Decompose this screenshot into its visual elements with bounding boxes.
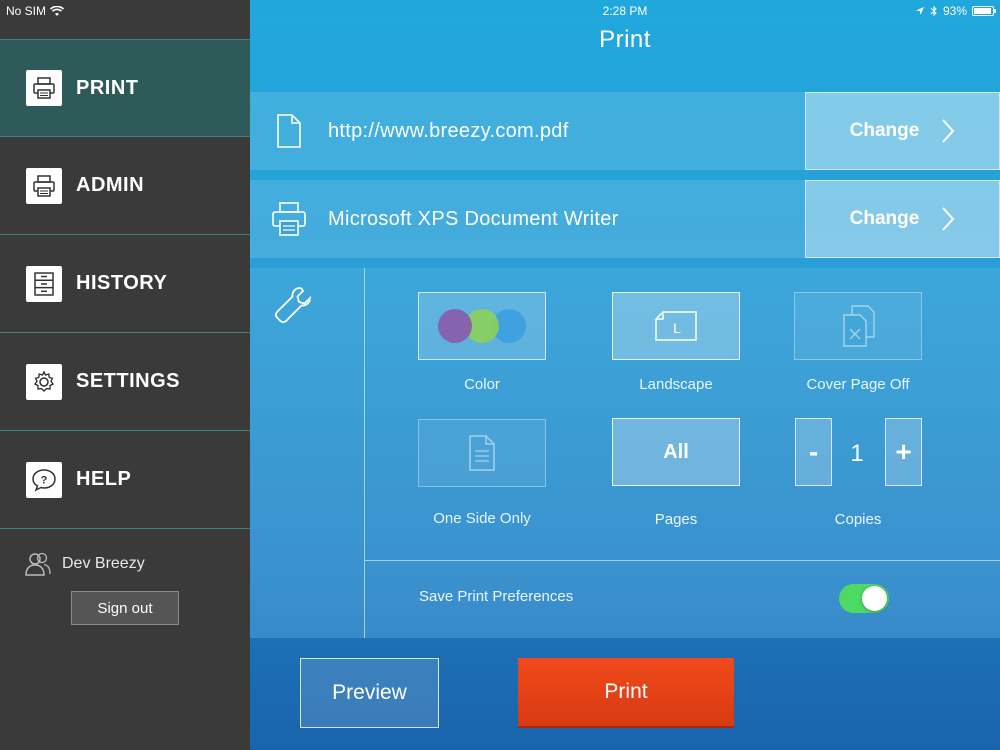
save-preferences-toggle[interactable]: [839, 584, 889, 613]
carrier-label: No SIM: [6, 4, 47, 18]
color-swatches-icon: [438, 309, 526, 343]
chevron-right-icon: [942, 119, 955, 143]
battery-icon: [972, 6, 996, 16]
chevron-right-icon: [942, 207, 955, 231]
cover-page-option-label: Cover Page Off: [806, 376, 910, 393]
save-preferences-label: Save Print Preferences: [419, 588, 574, 605]
document-row: http://www.breezy.com.pdf Change: [250, 92, 1000, 170]
landscape-page-icon: L: [655, 311, 697, 341]
document-icon: [250, 114, 328, 148]
page-title: Print: [599, 26, 651, 53]
action-bar: Preview Print: [250, 638, 1000, 750]
pages-option-label: Pages: [654, 511, 698, 528]
copies-decrement-button[interactable]: -: [795, 418, 832, 486]
status-bar-left: No SIM: [6, 4, 65, 18]
preview-button[interactable]: Preview: [300, 658, 439, 728]
sidebar-item-print[interactable]: PRINT: [0, 39, 250, 137]
sidebar-item-label: PRINT: [76, 76, 139, 99]
cover-page-off-icon: [843, 305, 875, 347]
printer-row: Microsoft XPS Document Writer Change: [250, 180, 1000, 258]
single-side-page-icon: [469, 435, 495, 471]
copies-value: 1: [850, 440, 864, 467]
gear-icon: [26, 363, 62, 400]
status-bar-right: 93%: [915, 4, 996, 18]
cabinet-icon: [26, 265, 62, 302]
sidebar-item-admin[interactable]: ADMIN: [0, 137, 250, 235]
options-icon-column: [250, 268, 365, 638]
copies-increment-button[interactable]: +: [885, 418, 922, 486]
sidebar-item-label: HISTORY: [76, 272, 168, 294]
cover-page-option-tile[interactable]: [794, 292, 922, 360]
divider: [365, 560, 1000, 561]
orientation-option-tile[interactable]: L: [612, 292, 740, 360]
location-arrow-icon: [915, 7, 924, 15]
color-option-tile[interactable]: [418, 292, 546, 360]
document-name: http://www.breezy.com.pdf: [328, 119, 569, 142]
sidebar-item-history[interactable]: HISTORY: [0, 235, 250, 333]
change-label: Change: [849, 208, 920, 229]
pages-value: All: [663, 440, 689, 463]
printer-icon: [250, 202, 328, 236]
printer-name: Microsoft XPS Document Writer: [328, 207, 619, 230]
user-info: Dev Breezy: [24, 551, 145, 577]
sidebar-nav: PRINT ADMIN HISTORY SETTINGS ? HELP: [0, 39, 250, 529]
status-time: 2:28 PM: [602, 4, 648, 18]
sidebar-item-settings[interactable]: SETTINGS: [0, 333, 250, 431]
sides-option-tile[interactable]: [418, 419, 546, 487]
users-icon: [25, 552, 51, 576]
printer-icon: [26, 167, 62, 204]
sidebar: No SIM PRINT ADMIN HISTORY SETTINGS ? HE…: [0, 0, 250, 750]
question-bubble-icon: ?: [26, 461, 62, 498]
orientation-option-label: Landscape: [639, 376, 713, 393]
wifi-icon: [50, 5, 65, 16]
main-panel: 2:28 PM 93% Print http://www.breezy.com.…: [250, 0, 1000, 750]
user-name: Dev Breezy: [62, 555, 145, 572]
bluetooth-icon: [930, 5, 937, 17]
print-button[interactable]: Print: [518, 658, 734, 728]
sidebar-item-label: ADMIN: [76, 174, 145, 196]
print-options: Color L Landscape Cover Page Off One Sid…: [250, 268, 1000, 638]
sidebar-item-help[interactable]: ? HELP: [0, 431, 250, 529]
toggle-knob: [862, 586, 887, 611]
copies-option-label: Copies: [834, 511, 882, 528]
pages-option-tile[interactable]: All: [612, 418, 740, 486]
orientation-glyph: L: [673, 320, 681, 336]
change-printer-button[interactable]: Change: [805, 180, 1000, 258]
sidebar-item-label: HELP: [76, 468, 132, 490]
change-label: Change: [849, 120, 920, 141]
color-option-label: Color: [464, 376, 500, 393]
printer-icon: [26, 70, 62, 106]
sign-out-button[interactable]: Sign out: [71, 591, 179, 625]
svg-text:?: ?: [41, 474, 48, 486]
change-document-button[interactable]: Change: [805, 92, 1000, 170]
battery-percent: 93%: [942, 4, 967, 18]
sidebar-item-label: SETTINGS: [76, 370, 181, 392]
sides-option-label: One Side Only: [433, 510, 531, 527]
wrench-icon: [274, 287, 311, 324]
